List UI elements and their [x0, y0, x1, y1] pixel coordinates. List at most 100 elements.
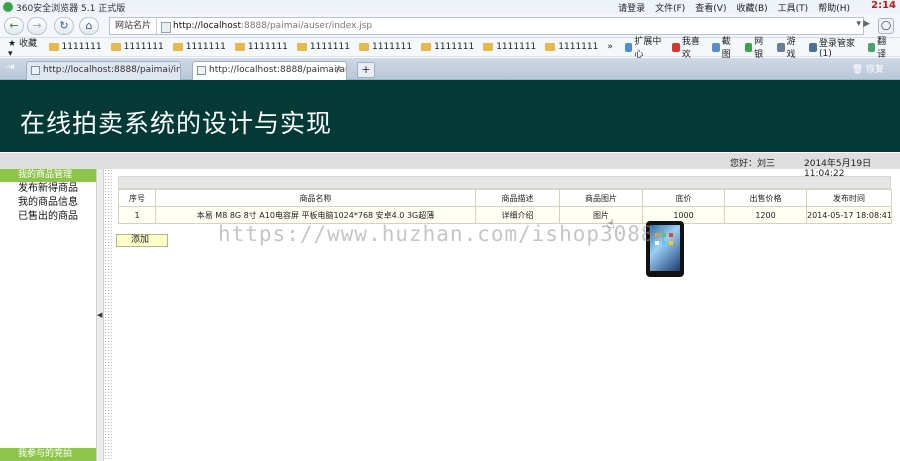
favorites-more-button[interactable]: »: [607, 42, 613, 52]
menu-my-items[interactable]: 我的商品信息: [0, 196, 96, 210]
image-link[interactable]: 图片: [559, 206, 643, 224]
tool-games[interactable]: 游戏: [777, 34, 801, 60]
tab-label: http://localhost:8888/paimai/ind...: [43, 65, 181, 75]
collapse-arrow-icon[interactable]: ◀: [97, 311, 102, 319]
items-table-wrapper: 序号 商品名称 商品描述 商品图片 底价 出售价格 发布时间 1 本易 M8 8…: [118, 176, 892, 224]
folder-icon: [234, 43, 245, 51]
menu-section-my-bids[interactable]: 我参与的竞拍: [0, 448, 96, 461]
favorite-item[interactable]: 1111111: [48, 42, 102, 52]
go-arrow-icon[interactable]: ▶: [863, 19, 870, 29]
favorite-item[interactable]: 1111111: [172, 42, 226, 52]
key-icon: [809, 42, 817, 52]
add-button[interactable]: 添加: [116, 234, 168, 247]
tab-index[interactable]: http://localhost:8888/paimai/ind...: [26, 61, 181, 80]
gamepad-icon: [777, 42, 785, 52]
menu-section-my-items[interactable]: 我的商品管理: [0, 169, 96, 182]
tool-extensions[interactable]: 扩展中心: [624, 34, 665, 60]
close-tab-icon[interactable]: ×: [334, 62, 342, 79]
frame-splitter[interactable]: ◀: [96, 169, 104, 461]
table-row: 1 本易 M8 8G 8寸 A10电容屏 平板电脑1024*768 安卓4.0 …: [118, 206, 892, 224]
favorite-label: 1111111: [558, 42, 599, 52]
tab-auser[interactable]: http://localhost:8888/paimai/au... ×: [192, 61, 347, 80]
favorite-label: 1111111: [61, 42, 102, 52]
col-header-base-price: 底价: [642, 189, 725, 207]
favorite-label: 1111111: [309, 42, 350, 52]
user-greeting: 您好：刘三: [730, 159, 776, 169]
menu-tools[interactable]: 工具(T): [778, 1, 809, 14]
clock-display: 2:14: [871, 0, 896, 11]
restore-label: 恢复: [865, 65, 884, 75]
heart-icon: [672, 42, 680, 52]
url-host: http://localhost: [173, 21, 241, 31]
col-header-publish-time: 发布时间: [806, 189, 892, 207]
home-icon[interactable]: ⌂: [79, 17, 99, 35]
menu-publish-item[interactable]: 发布新得商品: [0, 182, 96, 196]
new-tab-button[interactable]: +: [357, 62, 375, 78]
folder-icon: [359, 43, 369, 51]
col-header-index: 序号: [118, 189, 156, 207]
menu-view[interactable]: 查看(V): [695, 1, 726, 14]
tool-label: 截图: [721, 37, 731, 60]
table-caption-bar: [118, 176, 891, 189]
favorite-label: 1111111: [496, 42, 537, 52]
detail-link[interactable]: 详细介绍: [475, 206, 560, 224]
tool-label: 扩展中心: [634, 37, 662, 60]
favorite-label: 1111111: [434, 42, 475, 52]
folder-icon: [110, 43, 121, 51]
translate-icon: [867, 42, 876, 52]
favorite-item[interactable]: 1111111: [359, 42, 412, 52]
favorite-label: 1111111: [123, 42, 164, 52]
browser-menu: 请登录 文件(F) 查看(V) 收藏(B) 工具(T) 帮助(H): [618, 1, 850, 14]
favorite-item[interactable]: 1111111: [110, 42, 164, 52]
menu-file[interactable]: 文件(F): [655, 1, 685, 14]
tool-login-manager[interactable]: 登录管家(1): [809, 36, 859, 59]
cell-sale-price: 1200: [724, 206, 807, 224]
favorite-item[interactable]: 1111111: [234, 42, 288, 52]
folder-icon: [172, 43, 183, 51]
col-header-description: 商品描述: [475, 189, 560, 207]
favorites-menu[interactable]: ★ 收藏 ▾: [8, 36, 39, 59]
tool-banking[interactable]: 网银: [744, 34, 769, 60]
back-arrow-icon[interactable]: ←: [4, 17, 24, 35]
tool-screenshot[interactable]: 截图: [712, 34, 736, 60]
shield-icon[interactable]: ◯: [878, 18, 894, 34]
favorite-item[interactable]: 1111111: [296, 42, 350, 52]
menu-sold-items[interactable]: 已售出的商品: [0, 210, 96, 224]
address-bar[interactable]: 网站名片 http://localhost:8888/paimai/auser/…: [109, 17, 864, 35]
tool-label: 翻译: [877, 37, 887, 60]
tab-bar: ⇥ http://localhost:8888/paimai/ind... ht…: [0, 58, 900, 80]
folder-icon: [545, 43, 556, 51]
favorite-item[interactable]: 1111111: [545, 42, 598, 52]
favorites-label: 收藏: [18, 38, 37, 49]
site-card-button[interactable]: 网站名片: [110, 18, 158, 34]
menu-favorites[interactable]: 收藏(B): [736, 1, 767, 14]
cell-index: 1: [118, 206, 156, 224]
restore-button[interactable]: 🗑 恢复: [852, 62, 884, 75]
favorite-item[interactable]: 1111111: [483, 42, 536, 52]
page-icon: [197, 66, 206, 75]
tool-label: 登录管家(1): [818, 38, 855, 59]
favorite-label: 1111111: [247, 42, 288, 52]
folder-icon: [483, 43, 494, 51]
refresh-icon[interactable]: ↻: [54, 17, 74, 35]
tool-translate[interactable]: 翻译: [867, 34, 892, 60]
login-link[interactable]: 请登录: [618, 1, 645, 14]
favorite-item[interactable]: 1111111: [421, 42, 474, 52]
favorite-label: 1111111: [372, 42, 413, 52]
url-text[interactable]: http://localhost:8888/paimai/auser/index…: [157, 21, 372, 33]
col-header-sale-price: 出售价格: [724, 189, 807, 207]
favorite-label: 1111111: [185, 42, 226, 52]
tool-like[interactable]: 我喜欢: [672, 34, 704, 60]
sidebar-toggle-icon[interactable]: ⇥: [6, 62, 14, 73]
cell-name: 本易 M8 8G 8寸 A10电容屏 平板电脑1024*768 安卓4.0 3G…: [155, 206, 476, 224]
divider: [104, 169, 112, 461]
url-dropdown-icon[interactable]: ▾: [856, 19, 861, 29]
user-info-strip: 您好：刘三 2014年5月19日 11:04:22: [0, 153, 900, 179]
col-header-image: 商品图片: [559, 189, 643, 207]
col-header-name: 商品名称: [155, 189, 476, 207]
menu-help[interactable]: 帮助(H): [818, 1, 850, 14]
tool-label: 网银: [754, 37, 764, 60]
table-header-row: 序号 商品名称 商品描述 商品图片 底价 出售价格 发布时间: [118, 189, 892, 207]
forward-arrow-icon[interactable]: →: [27, 17, 47, 35]
site-banner: 在线拍卖系统的设计与实现: [0, 80, 900, 152]
